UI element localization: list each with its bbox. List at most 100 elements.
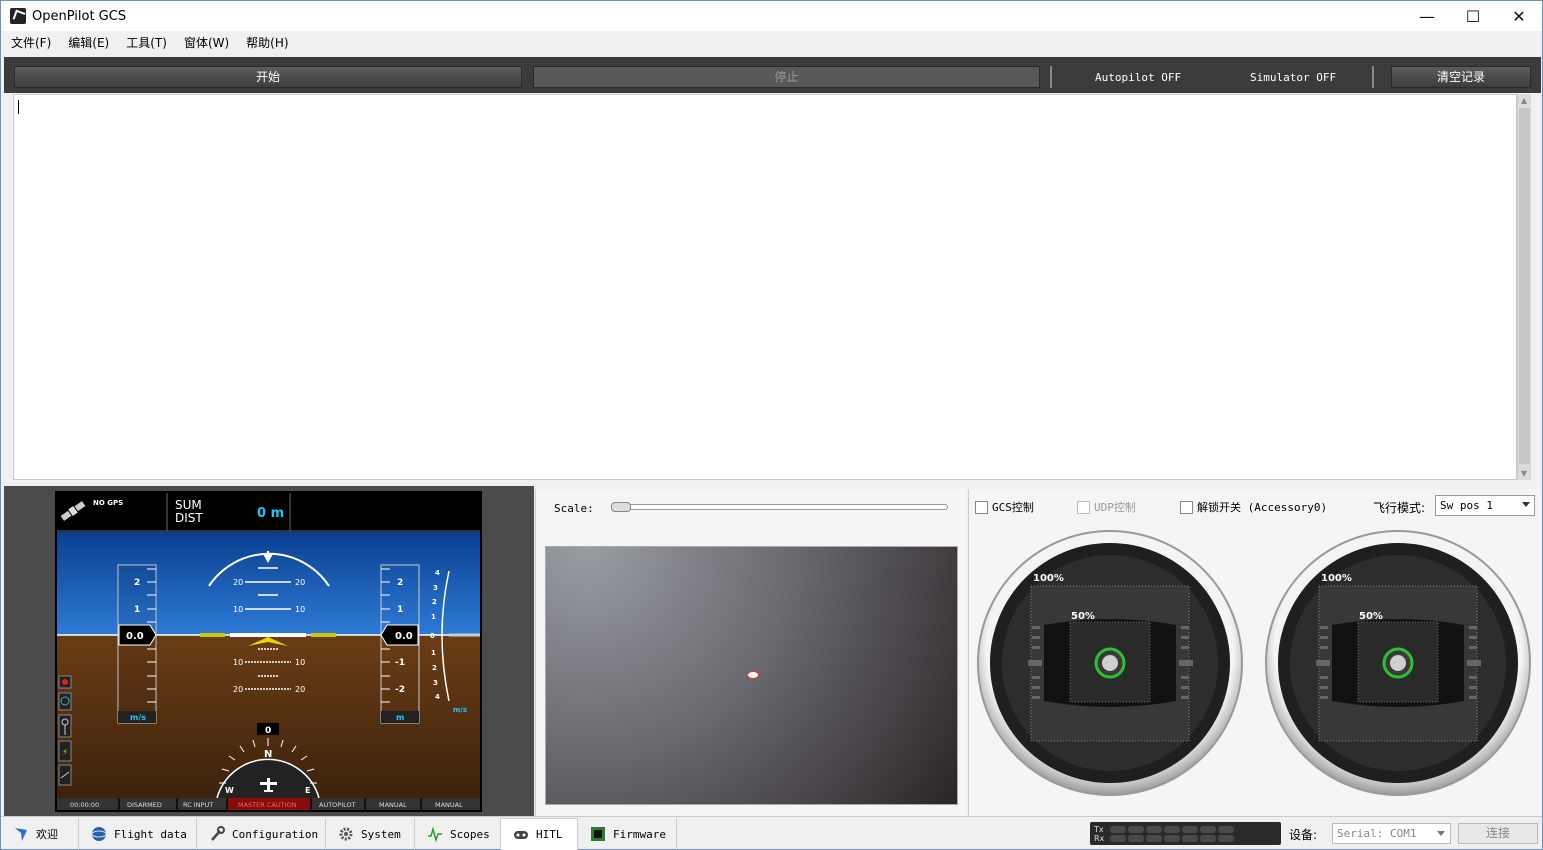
checkbox-box[interactable] [1180, 500, 1193, 514]
clear-log-button[interactable]: 清空记录 [1391, 66, 1531, 88]
svg-text:1: 1 [134, 605, 140, 615]
text-cursor [18, 100, 19, 114]
gcs-control-checkbox[interactable]: GCS控制 [975, 499, 1034, 515]
compass-east: E [305, 786, 310, 795]
vsi-unit: m/s [453, 706, 467, 714]
pfd-status-strip: 00:00:00 DISARMED RC INPUT MASTER CAUTIO… [57, 798, 480, 810]
minimize-button[interactable]: — [1404, 1, 1450, 31]
menu-bar: 文件(F) 编辑(E) 工具(T) 窗体(W) 帮助(H) [1, 32, 296, 52]
pitch-label: 20 [233, 685, 243, 694]
flight-mode-select[interactable]: Sw pos 1 [1435, 495, 1535, 516]
throttle-100-label: 100% [1321, 573, 1352, 584]
thrust-mode-cell: MANUAL [435, 801, 463, 809]
stop-button[interactable]: 停止 [533, 66, 1040, 88]
svg-text:2: 2 [432, 598, 437, 606]
svg-text:2: 2 [397, 578, 403, 588]
gamepad-icon [513, 827, 529, 843]
menu-help[interactable]: 帮助(H) [236, 32, 295, 52]
udp-control-checkbox[interactable]: UDP控制 [1077, 499, 1136, 515]
tab-hitl[interactable]: HITL [501, 818, 578, 850]
checkbox-box[interactable] [975, 500, 988, 514]
svg-text:0: 0 [430, 632, 435, 640]
menu-edit[interactable]: 编辑(E) [58, 32, 116, 52]
svg-text:4: 4 [435, 569, 440, 577]
telemetry-indicator: Tx Rx [1090, 822, 1281, 845]
joystick-panel: Scale: [535, 489, 967, 816]
autopilot-status-cell: AUTOPILOT [319, 801, 356, 809]
scroll-down-icon[interactable]: ▼ [1521, 469, 1527, 478]
connect-button[interactable]: 连接 [1458, 823, 1538, 844]
svg-text:1: 1 [431, 649, 436, 657]
pitch-label: 20 [233, 578, 243, 587]
pitch-label: 10 [295, 605, 305, 614]
speed-value: 0.0 [126, 631, 144, 642]
globe-icon [91, 826, 107, 842]
left-gimbal[interactable]: 100% 50% [976, 529, 1244, 797]
arm-switch-checkbox[interactable]: 解锁开关 (Accessory0) [1180, 499, 1327, 515]
tx-label: Tx [1094, 825, 1104, 834]
menu-tools[interactable]: 工具(T) [116, 32, 174, 52]
tab-flight-data[interactable]: Flight data [79, 818, 197, 850]
chip-icon [590, 826, 606, 842]
altitude-unit: m [396, 713, 404, 722]
horizon-bar [230, 633, 306, 637]
tab-firmware[interactable]: Firmware [578, 818, 677, 850]
tab-configuration[interactable]: Configuration [197, 818, 326, 850]
chevron-down-icon [1522, 502, 1530, 507]
alarm-icon [62, 679, 68, 685]
tab-system[interactable]: System [326, 818, 415, 850]
arm-status: DISARMED [127, 801, 162, 809]
compass-west: W [225, 786, 234, 795]
pitch-label: 10 [233, 605, 243, 614]
openpilot-logo-icon [13, 826, 29, 842]
scale-label: Scale: [554, 502, 594, 515]
sum-label: SUM [175, 498, 202, 512]
app-window: OpenPilot GCS — ☐ ✕ 文件(F) 编辑(E) 工具(T) 窗体… [0, 0, 1543, 850]
openpilot-app-icon [10, 8, 26, 24]
device-label: 设备: [1289, 828, 1318, 842]
menu-window[interactable]: 窗体(W) [174, 32, 236, 52]
primary-flight-display: NO GPS SUM DIST 0 m 20 20 10 10 10 10 20… [55, 491, 482, 812]
svg-text:2: 2 [134, 578, 140, 588]
tab-welcome[interactable]: 欢迎 [1, 818, 79, 850]
signal-icon [427, 826, 443, 842]
wing-bar-right [311, 633, 336, 637]
svg-text:-1: -1 [395, 658, 405, 668]
scale-slider-handle[interactable] [611, 502, 631, 512]
chevron-down-icon [1437, 831, 1445, 836]
maximize-button[interactable]: ☐ [1450, 1, 1496, 31]
speed-unit: m/s [130, 713, 146, 722]
battery-icon: ⚡ [62, 748, 68, 758]
menu-file[interactable]: 文件(F) [1, 32, 58, 52]
dist-label: DIST [175, 511, 203, 525]
right-gimbal[interactable]: 100% 50% [1264, 529, 1532, 797]
scroll-up-icon[interactable]: ▲ [1521, 96, 1527, 105]
checkbox-box[interactable] [1077, 500, 1090, 514]
pitch-label: 10 [233, 658, 243, 667]
master-caution: MASTER CAUTION [238, 801, 297, 809]
heading-value: 0 [265, 726, 271, 736]
stick-position-marker[interactable] [747, 671, 759, 679]
svg-text:3: 3 [433, 584, 438, 592]
svg-text:1: 1 [397, 605, 403, 615]
joystick-pad[interactable] [545, 546, 958, 805]
throttle-100-label: 100% [1033, 573, 1064, 584]
pitch-label: 20 [295, 685, 305, 694]
flight-mode-label: 飞行模式: [1373, 501, 1426, 515]
svg-text:2: 2 [432, 664, 437, 672]
scale-slider[interactable] [611, 504, 948, 510]
tab-scopes[interactable]: Scopes [415, 818, 501, 850]
device-select[interactable]: Serial: COM1 [1332, 823, 1451, 844]
scrollbar-thumb[interactable] [1519, 108, 1530, 464]
hitl-toolbar: 开始 停止 Autopilot OFF Simulator OFF 清空记录 [4, 57, 1541, 93]
simulation-log[interactable] [13, 94, 1517, 480]
close-button[interactable]: ✕ [1496, 1, 1542, 31]
rc-input-status: RC INPUT [183, 801, 213, 809]
log-scrollbar[interactable]: ▲ ▼ [1517, 94, 1531, 480]
compass-north: N [264, 749, 272, 760]
toolbar-separator [1372, 66, 1374, 88]
window-title: OpenPilot GCS [32, 8, 127, 24]
start-button[interactable]: 开始 [14, 66, 522, 88]
throttle-50-label: 50% [1359, 611, 1383, 622]
pitch-label: 20 [295, 578, 305, 587]
